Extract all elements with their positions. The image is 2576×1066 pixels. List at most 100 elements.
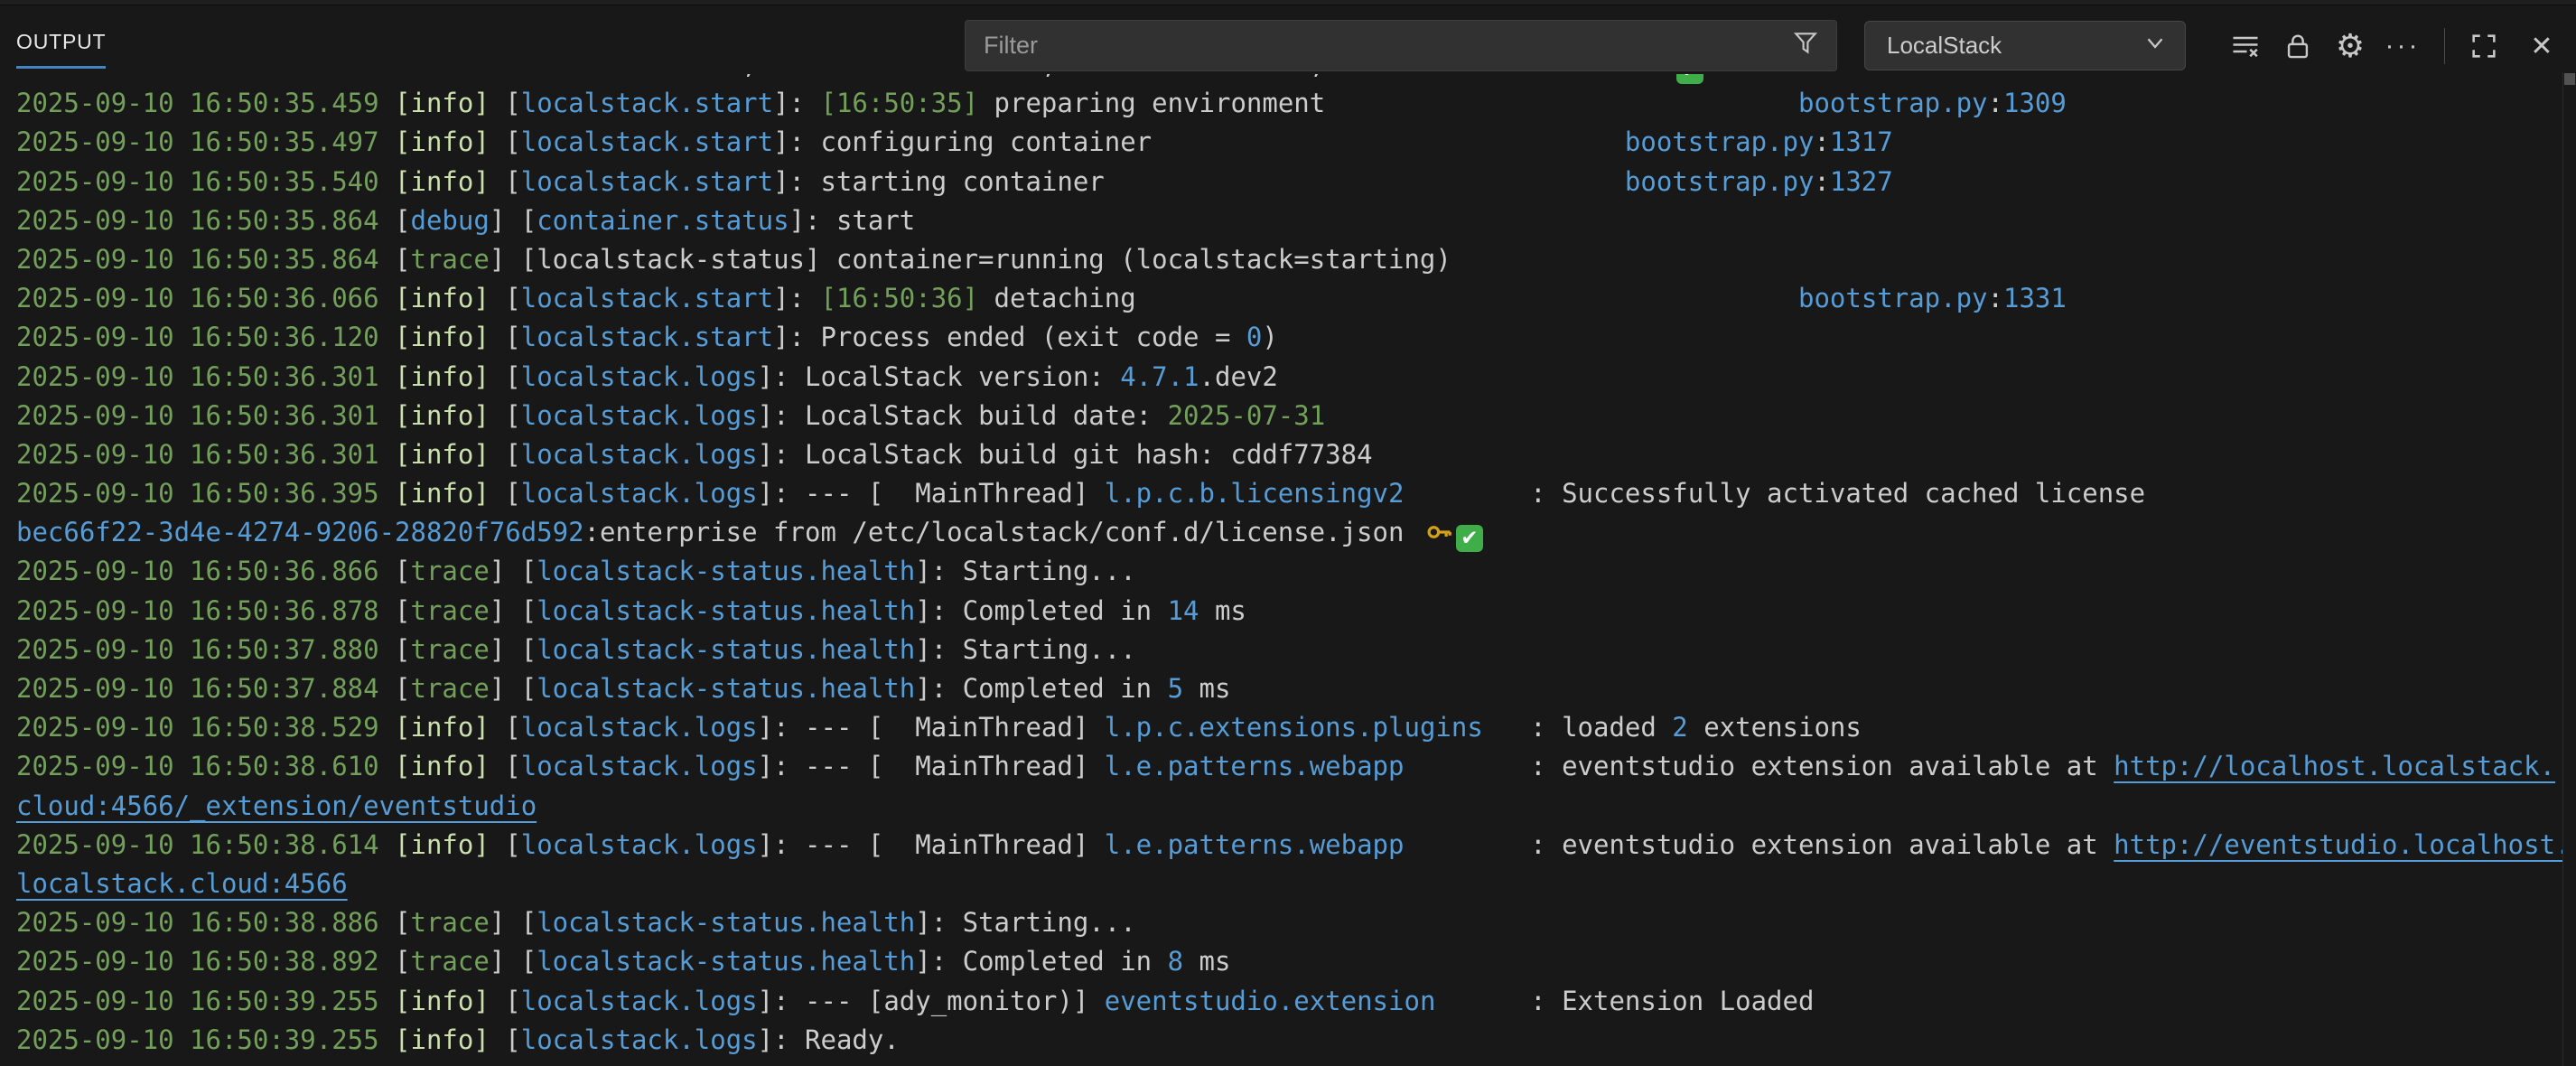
log-line: 2025-09-10 16:50:35.497 [info] [localsta… (16, 123, 2562, 162)
log-text: [ (490, 986, 521, 1016)
log-link[interactable]: cloud:4566/_extension/eventstudio (16, 790, 537, 821)
log-text: 0 (1246, 322, 1262, 352)
log-line: 2025-09-10 16:50:38.614 [info] [localsta… (16, 826, 2562, 865)
tab-output[interactable]: OUTPUT (16, 30, 106, 69)
log-text: detaching (978, 283, 1798, 313)
log-text: 1331 (2003, 283, 2067, 313)
log-text: 2025-09-10 16:50:36.120 (16, 322, 379, 352)
log-link[interactable]: http://localhost.localstack. (2114, 751, 2555, 781)
clear-output-icon[interactable] (2224, 23, 2267, 70)
log-text: 2025-09-10 16:50:38.614 (16, 829, 379, 860)
scrollbar-thumb[interactable] (2564, 73, 2575, 85)
log-text: 2025-09-10 16:50:35.864 (16, 244, 379, 275)
log-text: ]: Starting... (915, 556, 1135, 586)
log-text: l.e.patterns.webapp (1105, 751, 1405, 781)
log-text: ]: Starting... (915, 907, 1135, 938)
log-text: [ (490, 751, 521, 781)
log-text: [info] (395, 126, 490, 157)
log-text: bootstrap.py (1625, 126, 1815, 157)
log-text: localstack-status.health (537, 634, 915, 665)
log-text: 2025-09-10 16:50:35.459 (16, 88, 379, 118)
log-text (379, 478, 395, 509)
log-text: localstack.logs (521, 1024, 758, 1055)
log-text (379, 166, 395, 197)
filter-input[interactable] (966, 32, 1791, 60)
log-text: localstack.logs (521, 478, 758, 509)
log-text: ] [ (490, 556, 537, 586)
log-line: 2025-09-10 16:50:36.878 [trace] [localst… (16, 592, 2562, 631)
channel-dropdown-value: LocalStack (1865, 32, 2142, 60)
log-line: 2025-09-10 16:50:36.301 [info] [localsta… (16, 397, 2562, 435)
log-text: [info] (395, 283, 490, 313)
log-text (379, 829, 395, 860)
log-text: localstack.logs (521, 400, 758, 431)
log-text: 2025-09-10 16:50:36.301 (16, 361, 379, 392)
log-text: ]: start (789, 205, 916, 236)
log-text: localstack.logs (521, 361, 758, 392)
log-text: localstack-status.health (537, 946, 915, 977)
log-text: ] [ (490, 634, 537, 665)
log-link[interactable]: localstack.cloud:4566 (16, 868, 348, 899)
log-text: ]: --- [ MainThread] (758, 751, 1105, 781)
log-text: localstack.logs (521, 986, 758, 1016)
log-line: 2025-09-10 16:50:38.610 [info] [localsta… (16, 747, 2562, 786)
log-text: : (1814, 166, 1829, 197)
log-text: ) (1262, 322, 1277, 352)
log-text (379, 283, 395, 313)
maximize-panel-icon[interactable] (2462, 23, 2506, 70)
log-text: ]: Completed in (915, 946, 1167, 977)
log-text: ] [ (490, 673, 537, 704)
log-text: ]: LocalStack version: (758, 361, 1121, 392)
gear-icon[interactable]: ⚙ (2329, 23, 2372, 70)
close-panel-icon[interactable]: ✕ (2520, 23, 2563, 70)
log-text: 2025-09-10 16:50:36.301 (16, 400, 379, 431)
log-line: 2025-09-10 16:50:35.864 [trace] [localst… (16, 240, 2562, 279)
log-text: ]: --- [ MainThread] (758, 478, 1105, 509)
log-text: [ (490, 829, 521, 860)
log-line: 2025-09-10 16:50:36.066 [info] [localsta… (16, 279, 2562, 318)
log-text: ] [ (490, 946, 537, 977)
log-text: [info] (395, 751, 490, 781)
log-text: 2025-09-10 16:50:35.540 (16, 166, 379, 197)
log-link[interactable]: http://eventstudio.localhost. (2114, 829, 2562, 860)
channel-dropdown[interactable]: LocalStack (1864, 21, 2186, 70)
log-line: localstack.cloud:4566 (16, 865, 2562, 903)
log-text: localstack.logs (521, 829, 758, 860)
log-text: [info] (395, 829, 490, 860)
log-text: ] [ (490, 907, 537, 938)
log-text: ]: --- [ MainThread] (758, 829, 1105, 860)
log-text: l.e.patterns.webapp (1105, 829, 1405, 860)
log-text: localstack.logs (521, 712, 758, 743)
log-line: ..... .. .. ........ ... ..... .........… (16, 74, 2562, 84)
lock-scroll-icon[interactable] (2276, 23, 2319, 70)
output-panel-header: OUTPUT LocalStack ⚙ ··· (0, 6, 2576, 74)
log-text: 2025-09-10 16:50:38.529 (16, 712, 379, 743)
log-text: 2025-09-10 16:50:36.066 (16, 283, 379, 313)
log-text: container.status (537, 205, 789, 236)
log-text: [info] (395, 1024, 490, 1055)
log-text: : loaded (1483, 712, 1673, 743)
log-text: : Successfully activated cached license (1404, 478, 2145, 509)
log-text: ms (1183, 946, 1230, 977)
log-text: ms (1183, 673, 1230, 704)
log-line: 2025-09-10 16:50:36.395 [info] [localsta… (16, 474, 2562, 513)
log-text: [info] (395, 166, 490, 197)
log-text: [ (379, 556, 411, 586)
chevron-down-icon (2142, 29, 2185, 62)
log-text: ]: LocalStack build date: (758, 400, 1168, 431)
log-text (379, 322, 395, 352)
log-text: localstack.start (521, 166, 773, 197)
log-text: [ (379, 244, 411, 275)
log-text: extensions (1688, 712, 1862, 743)
log-output[interactable]: ..... .. .. ........ ... ..... .........… (16, 74, 2562, 1066)
log-text: 2 (1672, 712, 1687, 743)
log-text (379, 712, 395, 743)
log-text: 4.7.1 (1120, 361, 1199, 392)
log-text: : (1814, 126, 1829, 157)
log-text: 5 (1168, 673, 1183, 704)
log-text: [ (490, 283, 521, 313)
log-text: [ (490, 166, 521, 197)
more-actions-icon[interactable]: ··· (2381, 23, 2424, 70)
log-line: 2025-09-10 16:50:35.459 [info] [localsta… (16, 84, 2562, 123)
log-text: bec66f22-3d4e-4274-9206-28820f76d592 (16, 517, 584, 547)
